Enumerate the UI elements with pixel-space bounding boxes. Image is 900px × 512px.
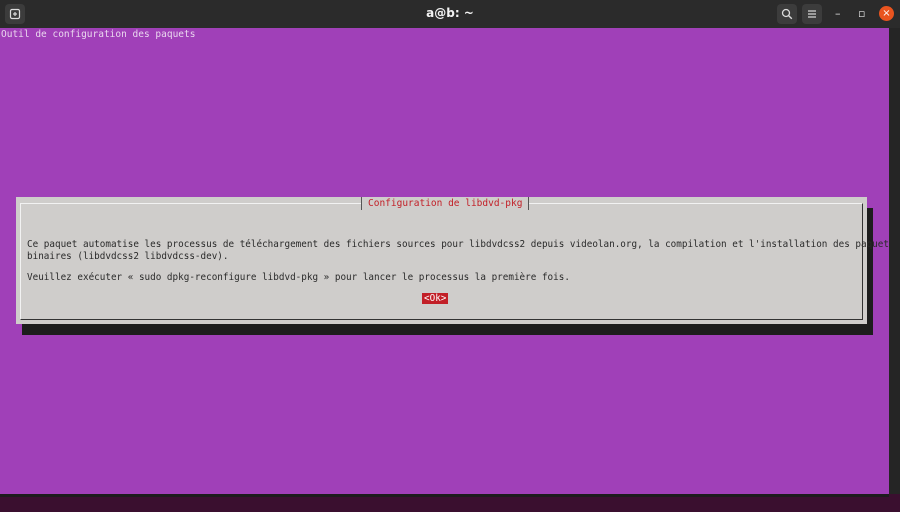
search-icon xyxy=(781,8,793,20)
scrollbar[interactable] xyxy=(889,28,900,494)
maximize-button[interactable]: ▫ xyxy=(858,7,865,21)
config-dialog: Configuration de libdvd-pkg Ce paquet au… xyxy=(16,197,895,324)
dialog-title: Configuration de libdvd-pkg xyxy=(361,197,530,210)
minimize-button[interactable]: – xyxy=(835,7,841,21)
dialog-message-line-1: Ce paquet automatise les processus de té… xyxy=(27,239,895,250)
hamburger-menu-icon xyxy=(808,10,816,18)
backtitle: Outil de configuration des paquets xyxy=(1,29,196,40)
close-button[interactable]: × xyxy=(879,6,894,21)
ok-button[interactable]: <Ok> xyxy=(422,293,449,304)
bottom-edge xyxy=(0,494,889,497)
window-titlebar: a@b: ~ – ▫ × xyxy=(0,0,900,28)
menu-button[interactable] xyxy=(802,4,822,24)
search-button[interactable] xyxy=(777,4,797,24)
window-title: a@b: ~ xyxy=(426,6,474,20)
dialog-message-line-2: binaires (libdvdcss2 libdvdcss-dev). xyxy=(27,251,229,262)
dialog-message-line-3: Veuillez exécuter « sudo dpkg-reconfigur… xyxy=(27,272,570,283)
